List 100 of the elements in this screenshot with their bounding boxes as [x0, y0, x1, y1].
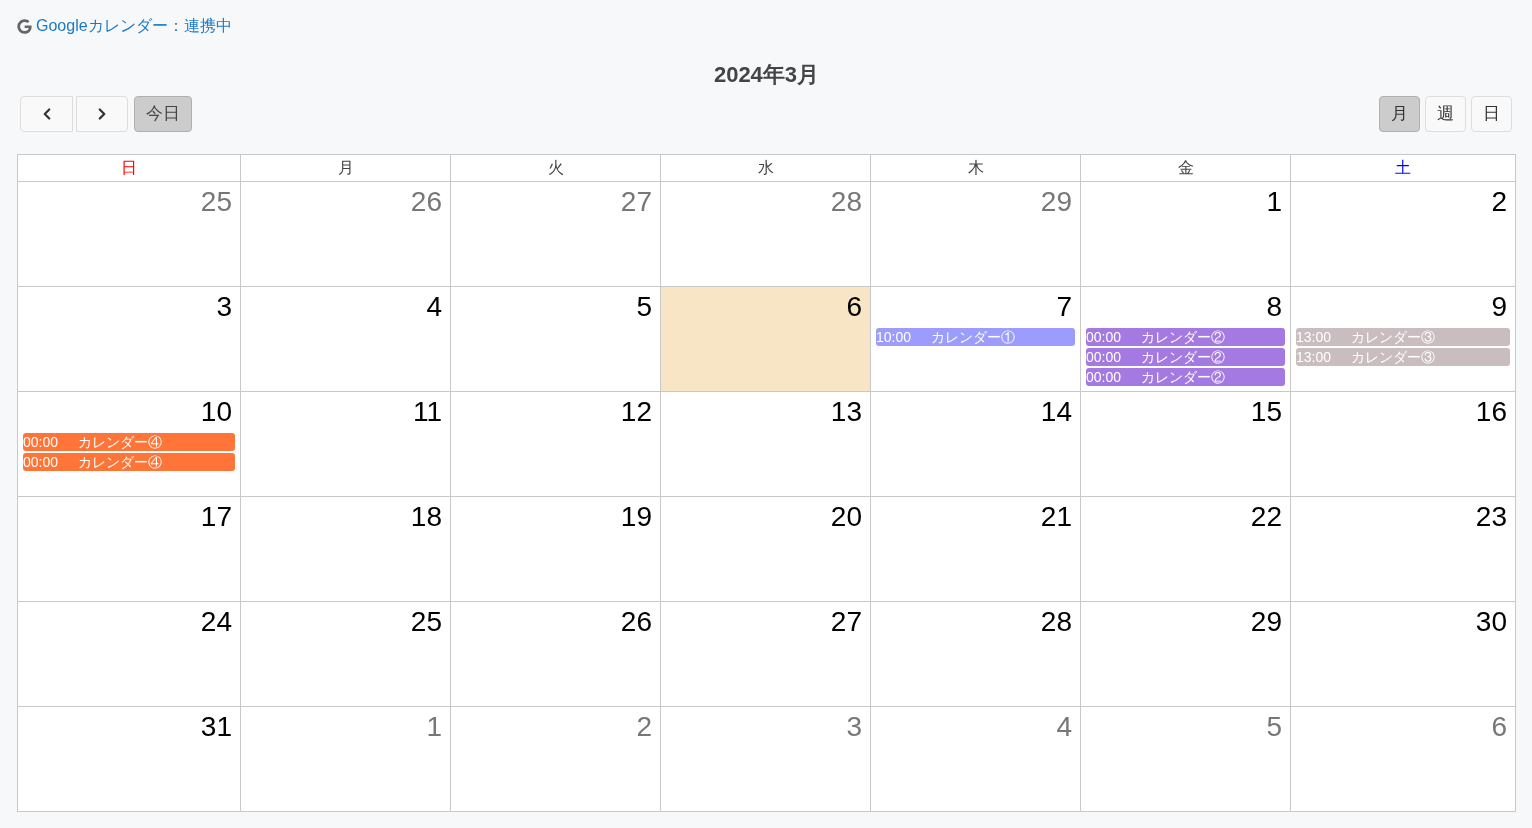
day-cell[interactable]: 29	[871, 182, 1081, 287]
day-cell[interactable]: 3	[661, 707, 871, 812]
weekday-header: 月	[337, 158, 354, 178]
day-number: 9	[1491, 291, 1507, 323]
day-number: 8	[1266, 291, 1282, 323]
day-number: 7	[1056, 291, 1072, 323]
view-tab[interactable]: 月	[1379, 96, 1420, 132]
day-number: 11	[412, 396, 442, 428]
day-cell[interactable]: 30	[1291, 602, 1516, 707]
event-time: 13:00	[1296, 328, 1332, 346]
event-time: 00:00	[23, 433, 59, 451]
day-cell[interactable]: 18	[241, 497, 451, 602]
day-cell[interactable]: 24	[18, 602, 241, 707]
day-cell[interactable]: 11	[241, 392, 451, 497]
day-cell[interactable]: 28	[871, 602, 1081, 707]
day-number: 29	[1040, 186, 1072, 218]
day-cell[interactable]: 2	[1291, 182, 1516, 287]
month-title: 2024年3月	[713, 61, 820, 89]
day-cell[interactable]: 20	[661, 497, 871, 602]
day-number: 24	[200, 606, 232, 638]
day-cell[interactable]: 1	[1081, 182, 1291, 287]
day-cell[interactable]: 23	[1291, 497, 1516, 602]
day-cell[interactable]: 15	[1081, 392, 1291, 497]
day-number: 6	[846, 291, 862, 323]
event-title: カレンダー①	[931, 328, 1016, 346]
day-number: 28	[1040, 606, 1072, 638]
next-month-button[interactable]	[76, 96, 128, 132]
event-title: カレンダー②	[1141, 328, 1226, 346]
day-cell[interactable]: 6	[1291, 707, 1516, 812]
event-title: カレンダー③	[1351, 348, 1436, 366]
day-number: 15	[1250, 396, 1282, 428]
day-cell[interactable]: 12	[451, 392, 661, 497]
event-title: カレンダー④	[78, 453, 163, 471]
day-number: 27	[620, 186, 652, 218]
weekday-header: 日	[121, 158, 137, 178]
weekday-header: 土	[1395, 158, 1411, 178]
weekday-header: 水	[757, 158, 774, 178]
day-cell[interactable]: 4	[871, 707, 1081, 812]
day-number: 12	[620, 396, 652, 428]
day-number: 2	[1491, 186, 1507, 218]
day-number: 6	[1491, 711, 1507, 743]
day-number: 29	[1250, 606, 1282, 638]
day-number: 2	[636, 711, 652, 743]
day-cell[interactable]: 5	[451, 287, 661, 392]
day-cell[interactable]: 28	[661, 182, 871, 287]
day-number: 21	[1040, 501, 1072, 533]
day-number: 4	[426, 291, 442, 323]
event-title: カレンダー②	[1141, 348, 1226, 366]
day-cell[interactable]: 7 10:00 カレンダー①	[871, 287, 1081, 392]
day-number: 5	[636, 291, 652, 323]
view-tab[interactable]: 日	[1471, 96, 1512, 132]
day-cell[interactable]: 29	[1081, 602, 1291, 707]
day-number: 25	[200, 186, 232, 218]
day-cell[interactable]: 27	[661, 602, 871, 707]
event-title: カレンダー②	[1141, 368, 1226, 386]
google-calendar-link[interactable]: Googleカレンダー：連携中	[17, 14, 232, 38]
day-number: 25	[410, 606, 442, 638]
day-cell[interactable]: 25	[241, 602, 451, 707]
day-number: 28	[830, 186, 862, 218]
day-cell[interactable]: 13	[661, 392, 871, 497]
weekday-header: 火	[547, 158, 564, 178]
previous-month-button[interactable]	[20, 96, 73, 132]
day-cell[interactable]: 17	[18, 497, 241, 602]
day-number: 31	[200, 711, 232, 743]
day-number: 1	[1266, 186, 1282, 218]
day-number: 22	[1250, 501, 1282, 533]
event-time: 00:00	[23, 453, 59, 471]
weekday-header: 木	[967, 158, 984, 178]
view-tab[interactable]: 週	[1425, 96, 1466, 132]
day-cell[interactable]: 16	[1291, 392, 1516, 497]
today-day-cell[interactable]: 6	[661, 287, 871, 392]
day-cell[interactable]: 3	[18, 287, 241, 392]
day-cell[interactable]: 25	[18, 182, 241, 287]
day-cell[interactable]: 1	[241, 707, 451, 812]
day-number: 5	[1266, 711, 1282, 743]
day-number: 3	[846, 711, 862, 743]
day-number: 18	[410, 501, 442, 533]
event-title: カレンダー③	[1351, 328, 1436, 346]
day-number: 4	[1056, 711, 1072, 743]
day-cell[interactable]: 14	[871, 392, 1081, 497]
day-number: 1	[426, 711, 442, 743]
day-cell[interactable]: 5	[1081, 707, 1291, 812]
event-time: 00:00	[1086, 368, 1122, 386]
day-cell[interactable]: 26	[451, 602, 661, 707]
day-cell[interactable]: 22	[1081, 497, 1291, 602]
day-number: 23	[1475, 501, 1507, 533]
day-number: 20	[830, 501, 862, 533]
day-cell[interactable]: 2	[451, 707, 661, 812]
day-cell[interactable]: 4	[241, 287, 451, 392]
day-number: 13	[830, 396, 862, 428]
day-cell[interactable]: 19	[451, 497, 661, 602]
event-title: カレンダー④	[78, 433, 163, 451]
day-cell[interactable]: 27	[451, 182, 661, 287]
day-cell[interactable]: 31	[18, 707, 241, 812]
day-cell[interactable]: 21	[871, 497, 1081, 602]
day-number: 16	[1475, 396, 1507, 428]
day-number: 27	[830, 606, 862, 638]
day-cell[interactable]: 26	[241, 182, 451, 287]
day-number: 10	[200, 396, 232, 428]
event-time: 00:00	[1086, 348, 1122, 366]
